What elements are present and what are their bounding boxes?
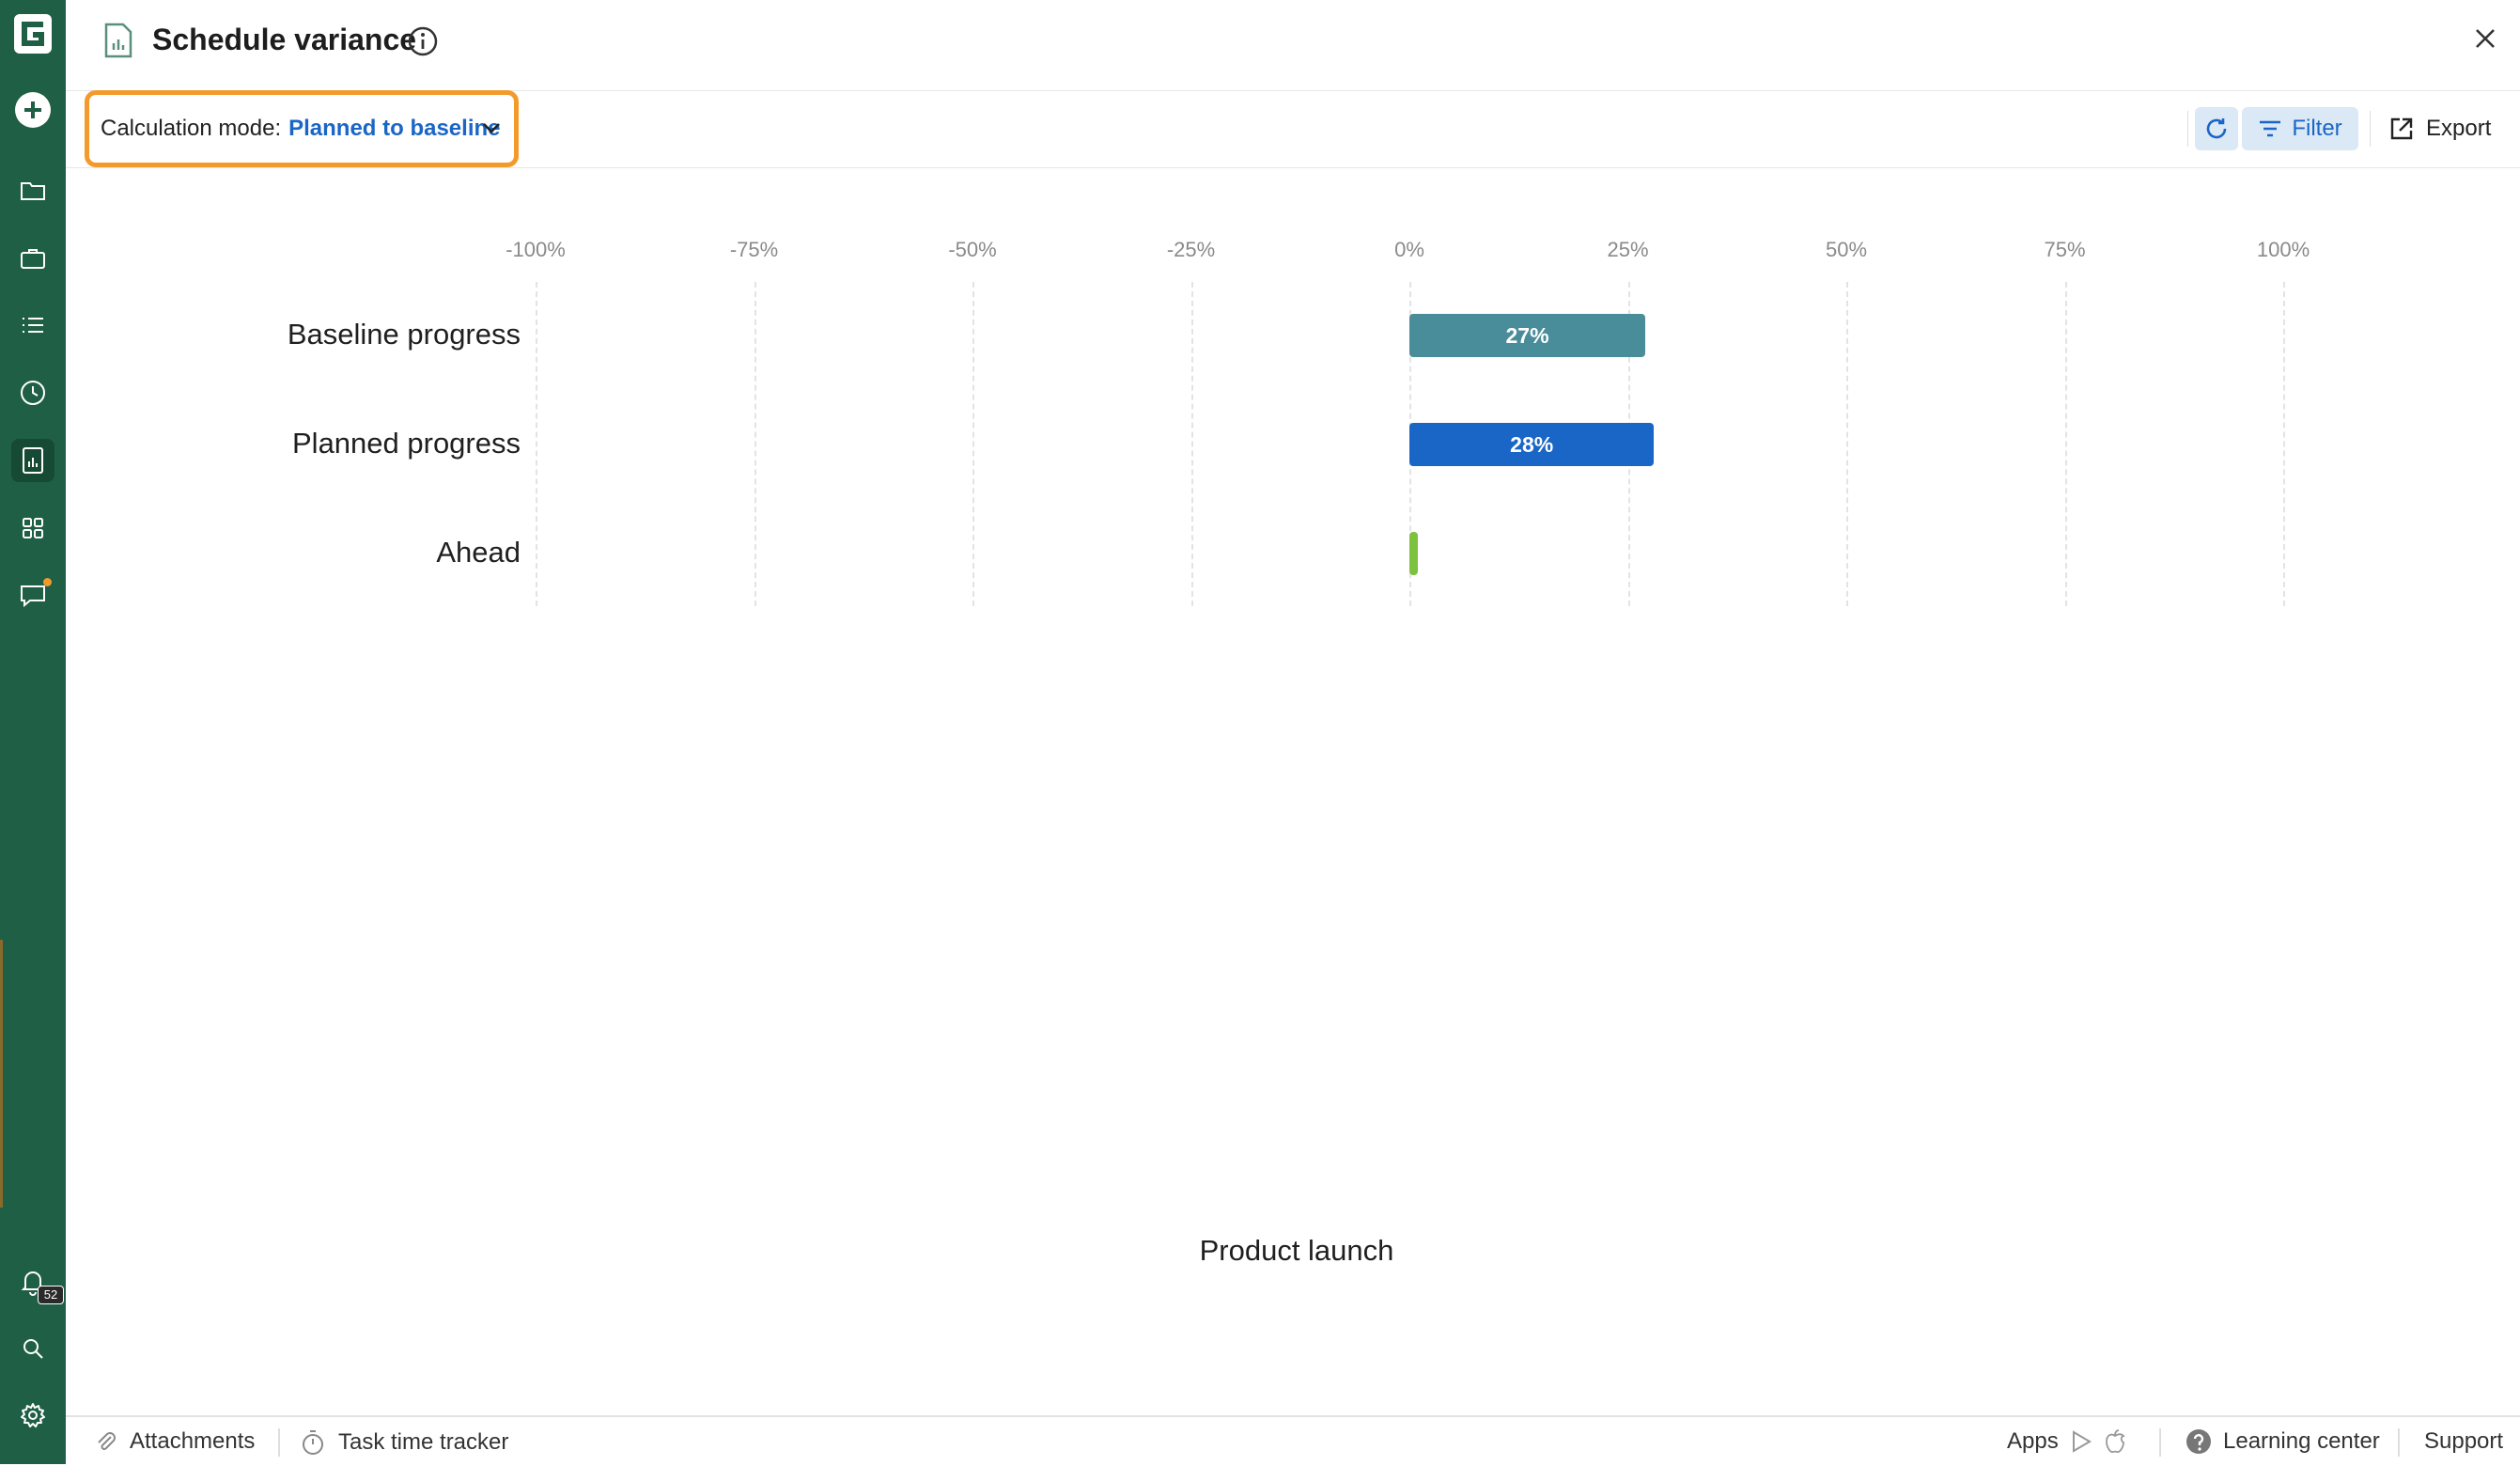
task-time-tracker-link[interactable]: Task time tracker bbox=[299, 1428, 508, 1457]
category-label: Baseline progress bbox=[287, 318, 521, 351]
plus-circle-icon bbox=[15, 92, 51, 128]
toolbar-divider bbox=[2370, 111, 2371, 147]
chat-icon bbox=[21, 585, 45, 608]
toolbar-divider bbox=[2187, 111, 2188, 147]
bar-value-label: 28% bbox=[1510, 431, 1554, 457]
report-header: Schedule variance bbox=[66, 0, 2520, 91]
settings-button[interactable] bbox=[11, 1394, 54, 1437]
left-rail: 52 bbox=[0, 0, 66, 1464]
close-icon[interactable] bbox=[2473, 26, 2497, 51]
chart-xlabel: Product launch bbox=[1199, 1234, 1394, 1267]
footer-divider bbox=[278, 1428, 280, 1457]
gridline bbox=[2283, 282, 2285, 606]
apps-label: Apps bbox=[2007, 1428, 2059, 1454]
folder-icon bbox=[21, 182, 45, 200]
app-logo[interactable] bbox=[8, 8, 58, 60]
filter-icon bbox=[2260, 120, 2281, 137]
filter-button[interactable]: Filter bbox=[2242, 107, 2358, 150]
chevron-down-icon bbox=[483, 123, 500, 133]
search-button[interactable] bbox=[11, 1327, 54, 1370]
export-label: Export bbox=[2426, 116, 2492, 141]
gear-icon bbox=[21, 1403, 45, 1427]
gridline bbox=[1190, 282, 1193, 606]
calculation-mode-value: Planned to baseline bbox=[288, 116, 501, 141]
help-circle-icon bbox=[2186, 1429, 2211, 1454]
learning-center-link[interactable]: Learning center bbox=[2186, 1428, 2380, 1455]
rail-item-projects[interactable] bbox=[11, 169, 54, 212]
x-tick-label: 100% bbox=[2256, 238, 2310, 261]
export-icon bbox=[2390, 117, 2413, 140]
support-label: Support bbox=[2424, 1428, 2504, 1454]
footer-bar: Attachments Task time tracker Apps Learn… bbox=[66, 1415, 2520, 1466]
search-icon bbox=[23, 1339, 43, 1359]
x-tick-label: -100% bbox=[506, 238, 566, 261]
x-tick-label: -25% bbox=[1166, 238, 1216, 261]
variance-bar[interactable]: 28% bbox=[1409, 423, 1655, 466]
x-tick-label: -75% bbox=[729, 238, 779, 261]
rail-item-portfolios[interactable] bbox=[11, 237, 54, 280]
footer-divider bbox=[2398, 1428, 2400, 1457]
rail-item-reports[interactable] bbox=[11, 439, 54, 482]
variance-bar[interactable] bbox=[1409, 532, 1419, 575]
report-toolbar: Calculation mode: Planned to baseline Fi… bbox=[66, 90, 2520, 168]
briefcase-icon bbox=[21, 249, 45, 269]
report-icon bbox=[23, 447, 43, 474]
notifications-button[interactable]: 52 bbox=[11, 1261, 64, 1304]
rail-accent-line bbox=[0, 940, 3, 1208]
create-button[interactable] bbox=[11, 88, 54, 132]
apps-link[interactable]: Apps bbox=[2007, 1428, 2126, 1455]
bar-value-label: 27% bbox=[1505, 322, 1549, 348]
notification-dot bbox=[43, 578, 52, 586]
logo-icon bbox=[14, 14, 52, 54]
gridline bbox=[754, 282, 756, 606]
report-doc-icon bbox=[104, 23, 132, 58]
notifications-count-badge: 52 bbox=[38, 1286, 64, 1304]
play-store-icon bbox=[2072, 1430, 2092, 1453]
x-tick-label: 75% bbox=[2044, 238, 2086, 261]
rail-item-time[interactable] bbox=[11, 371, 54, 414]
x-tick-label: 0% bbox=[1394, 238, 1424, 261]
gridline bbox=[972, 282, 974, 606]
page-title: Schedule variance bbox=[152, 23, 417, 56]
stopwatch-icon bbox=[303, 1430, 323, 1455]
paperclip-icon bbox=[98, 1432, 116, 1450]
clock-icon bbox=[21, 381, 45, 405]
attachments-label: Attachments bbox=[130, 1428, 256, 1454]
apple-icon bbox=[2105, 1429, 2125, 1453]
x-tick-label: -50% bbox=[948, 238, 997, 261]
filter-label: Filter bbox=[2292, 116, 2342, 141]
variance-bar[interactable]: 27% bbox=[1409, 314, 1646, 357]
list-icon bbox=[23, 318, 43, 333]
schedule-variance-chart: Product launch -100% -75% -50% -25% 0% 25% 50%… bbox=[0, 0, 2520, 1316]
task-time-tracker-label: Task time tracker bbox=[338, 1429, 509, 1455]
calculation-mode-label: Calculation mode: bbox=[101, 116, 282, 141]
attachments-link[interactable]: Attachments bbox=[94, 1428, 255, 1455]
gridline bbox=[1846, 282, 1848, 606]
refresh-button[interactable] bbox=[2195, 107, 2238, 150]
learning-center-label: Learning center bbox=[2223, 1428, 2380, 1454]
category-label: Ahead bbox=[436, 536, 521, 569]
rail-item-list[interactable] bbox=[11, 304, 54, 347]
apps-grid-icon bbox=[23, 518, 43, 538]
rail-item-apps[interactable] bbox=[11, 507, 54, 550]
calculation-mode-dropdown[interactable]: Calculation mode: Planned to baseline bbox=[85, 90, 519, 167]
x-tick-label: 25% bbox=[1607, 238, 1649, 261]
footer-divider bbox=[2159, 1428, 2161, 1457]
info-icon[interactable] bbox=[408, 26, 438, 56]
support-link[interactable]: Support bbox=[2424, 1428, 2503, 1455]
rail-item-chat[interactable] bbox=[11, 574, 54, 617]
x-tick-label: 50% bbox=[1825, 238, 1868, 261]
export-button[interactable]: Export bbox=[2379, 107, 2520, 150]
category-label: Planned progress bbox=[292, 427, 521, 460]
refresh-icon bbox=[2206, 118, 2227, 139]
gridline bbox=[2064, 282, 2067, 606]
gridline bbox=[536, 282, 537, 606]
